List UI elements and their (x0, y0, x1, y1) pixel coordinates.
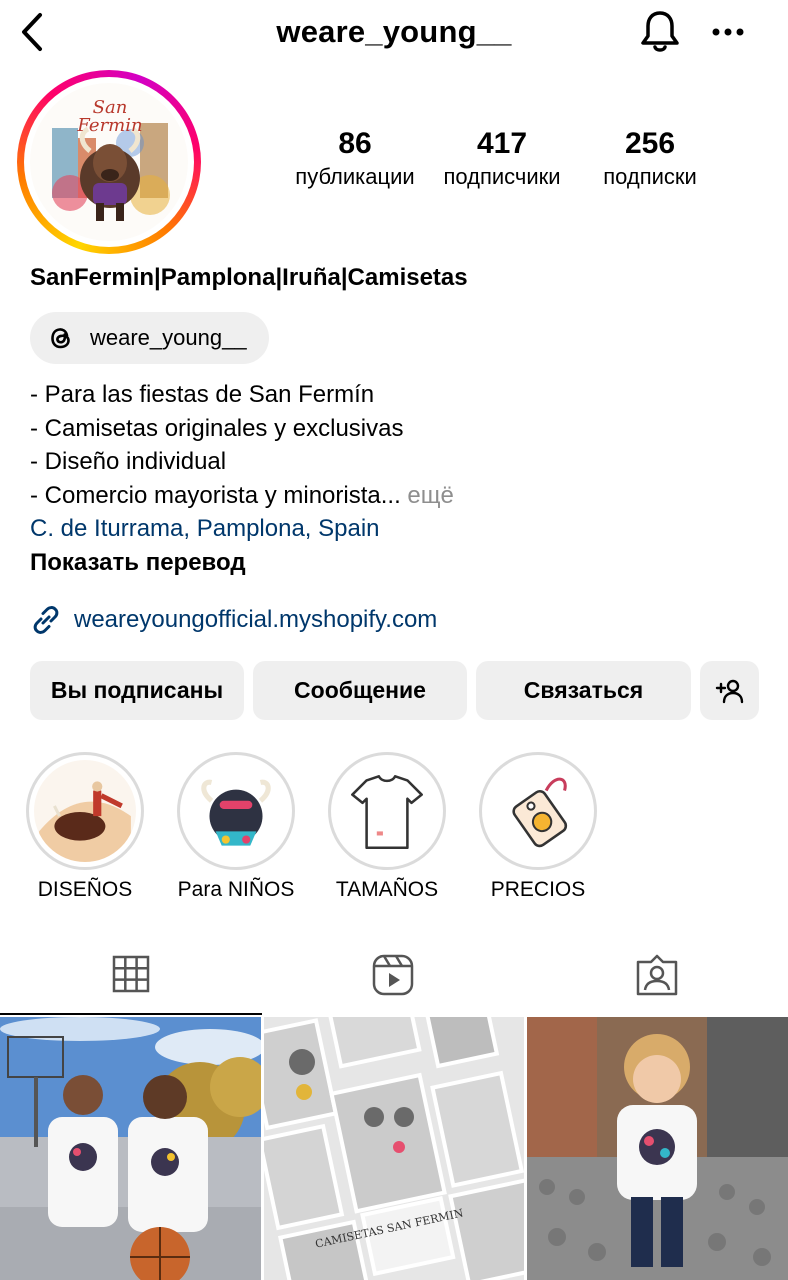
svg-text:Fermin: Fermin (76, 115, 142, 136)
stat-following-label: подписки (603, 164, 697, 189)
highlight-cover (185, 760, 287, 862)
reels-icon (372, 954, 414, 996)
stat-followers-label: подписчики (443, 164, 561, 189)
highlight-label: PRECIOS (490, 878, 586, 901)
following-button[interactable]: Вы подписаны (30, 661, 244, 720)
stat-following-count: 256 (624, 127, 676, 160)
grid-post[interactable]: CAMISETAS SAN FERMIN (264, 1017, 524, 1280)
location-link[interactable]: C. de Iturrama, Pamplona, Spain (30, 512, 454, 546)
suggest-users-button[interactable] (700, 661, 759, 720)
highlight-disenos[interactable]: DISEÑOS (24, 752, 146, 901)
stat-posts[interactable]: 86 публикации (286, 126, 424, 192)
stat-posts-count: 86 (338, 127, 372, 160)
highlight-cover (34, 760, 136, 862)
highlight-label: TAMAÑOS (335, 878, 439, 901)
threads-badge[interactable]: weare_young__ (30, 312, 269, 364)
tagged-icon (636, 954, 678, 996)
profile-bio: - Para las fiestas de San Fermín - Camis… (30, 378, 454, 579)
avatar-story-ring[interactable]: San Fermin (17, 70, 201, 254)
contact-button[interactable]: Связаться (476, 661, 691, 720)
show-translation-link[interactable]: Показать перевод (30, 546, 454, 580)
bio-line: - Camisetas originales y exclusivas (30, 414, 404, 442)
threads-icon (51, 328, 70, 349)
website-url: weareyoungofficial.myshopify.com (74, 606, 438, 633)
add-user-icon (715, 679, 743, 703)
stat-posts-label: публикации (295, 164, 415, 189)
stat-following[interactable]: 256 подписки (582, 126, 718, 192)
posts-grid: CAMISETAS SAN FERMIN (0, 1017, 788, 1280)
bell-icon (641, 11, 679, 52)
threads-handle: weare_young__ (90, 325, 247, 350)
profile-tabs (0, 935, 788, 1015)
tab-posts-grid[interactable] (0, 935, 262, 1015)
link-icon (33, 606, 59, 634)
bio-line: - Para las fiestas de San Fermín (30, 381, 375, 408)
message-button[interactable]: Сообщение (253, 661, 467, 720)
highlight-precios[interactable]: PRECIOS (477, 752, 599, 901)
avatar: San Fermin (30, 83, 188, 241)
highlight-cover (336, 760, 438, 862)
tab-reels[interactable] (262, 935, 524, 1015)
website-link[interactable]: weareyoungofficial.myshopify.com (30, 604, 437, 636)
bio-line: - Comercio mayorista y minorista... (30, 481, 401, 509)
tab-tagged[interactable] (526, 935, 788, 1015)
more-options-button[interactable] (706, 14, 750, 50)
notifications-button[interactable] (636, 8, 684, 56)
highlight-cover (487, 760, 589, 862)
grid-post[interactable] (0, 1017, 261, 1280)
more-horizontal-icon (712, 28, 744, 36)
highlight-label: DISEÑOS (37, 878, 133, 901)
stat-followers-count: 417 (476, 127, 528, 160)
bio-more-link[interactable]: ещё (407, 482, 453, 509)
bio-line: - Diseño individual (30, 448, 227, 475)
grid-post[interactable] (527, 1017, 788, 1280)
highlight-label: Para NIÑOS (177, 878, 295, 901)
profile-display-name: SanFermin|Pamplona|Iruña|Camisetas (30, 264, 468, 291)
highlight-para-ninos[interactable]: Para NIÑOS (175, 752, 297, 901)
stat-followers[interactable]: 417 подписчики (430, 126, 574, 192)
grid-icon (112, 955, 150, 993)
top-bar: weare_young__ (0, 0, 788, 66)
highlight-tamanos[interactable]: TAMAÑOS (326, 752, 448, 901)
